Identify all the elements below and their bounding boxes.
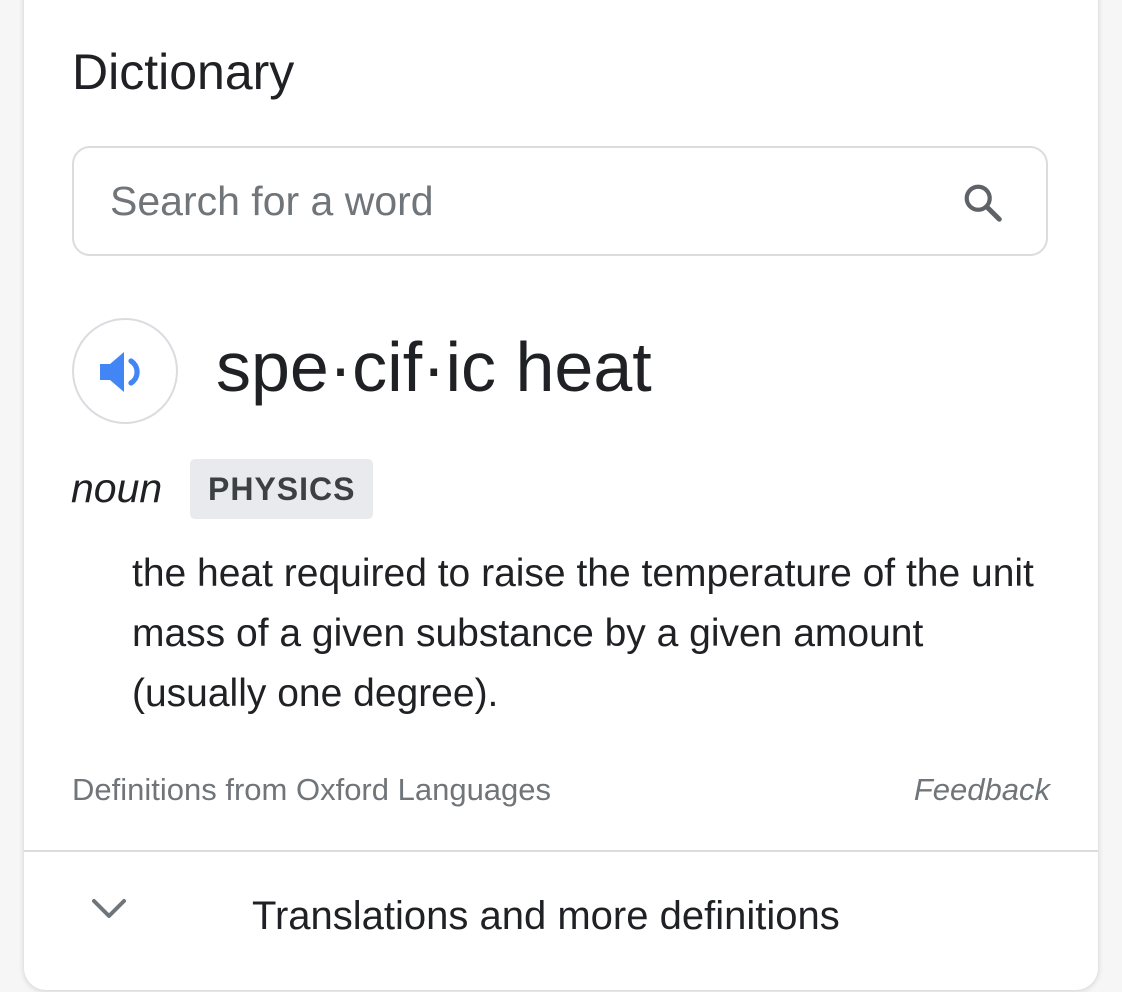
page: Dictionary spe·cif·ic heat noun PHYSICS … (0, 0, 1122, 992)
definition-text: the heat required to raise the temperatu… (132, 552, 1034, 715)
search-input[interactable] (110, 148, 930, 254)
more-definitions-toggle[interactable]: Translations and more definitions (24, 852, 1098, 990)
dictionary-card: Dictionary spe·cif·ic heat noun PHYSICS … (24, 0, 1098, 990)
search-icon[interactable] (960, 180, 1006, 226)
speaker-icon (100, 352, 140, 392)
more-definitions-label: Translations and more definitions (252, 894, 840, 938)
domain-badge: PHYSICS (190, 459, 374, 519)
card-title: Dictionary (72, 44, 295, 100)
chevron-down-icon (90, 896, 128, 927)
part-of-speech: noun (71, 465, 163, 511)
pronunciation-button[interactable] (72, 318, 178, 424)
search-box[interactable] (72, 146, 1048, 256)
source-attribution: Definitions from Oxford Languages (72, 772, 552, 807)
feedback-link[interactable]: Feedback (914, 770, 1050, 810)
headword: spe·cif·ic heat (216, 328, 652, 406)
